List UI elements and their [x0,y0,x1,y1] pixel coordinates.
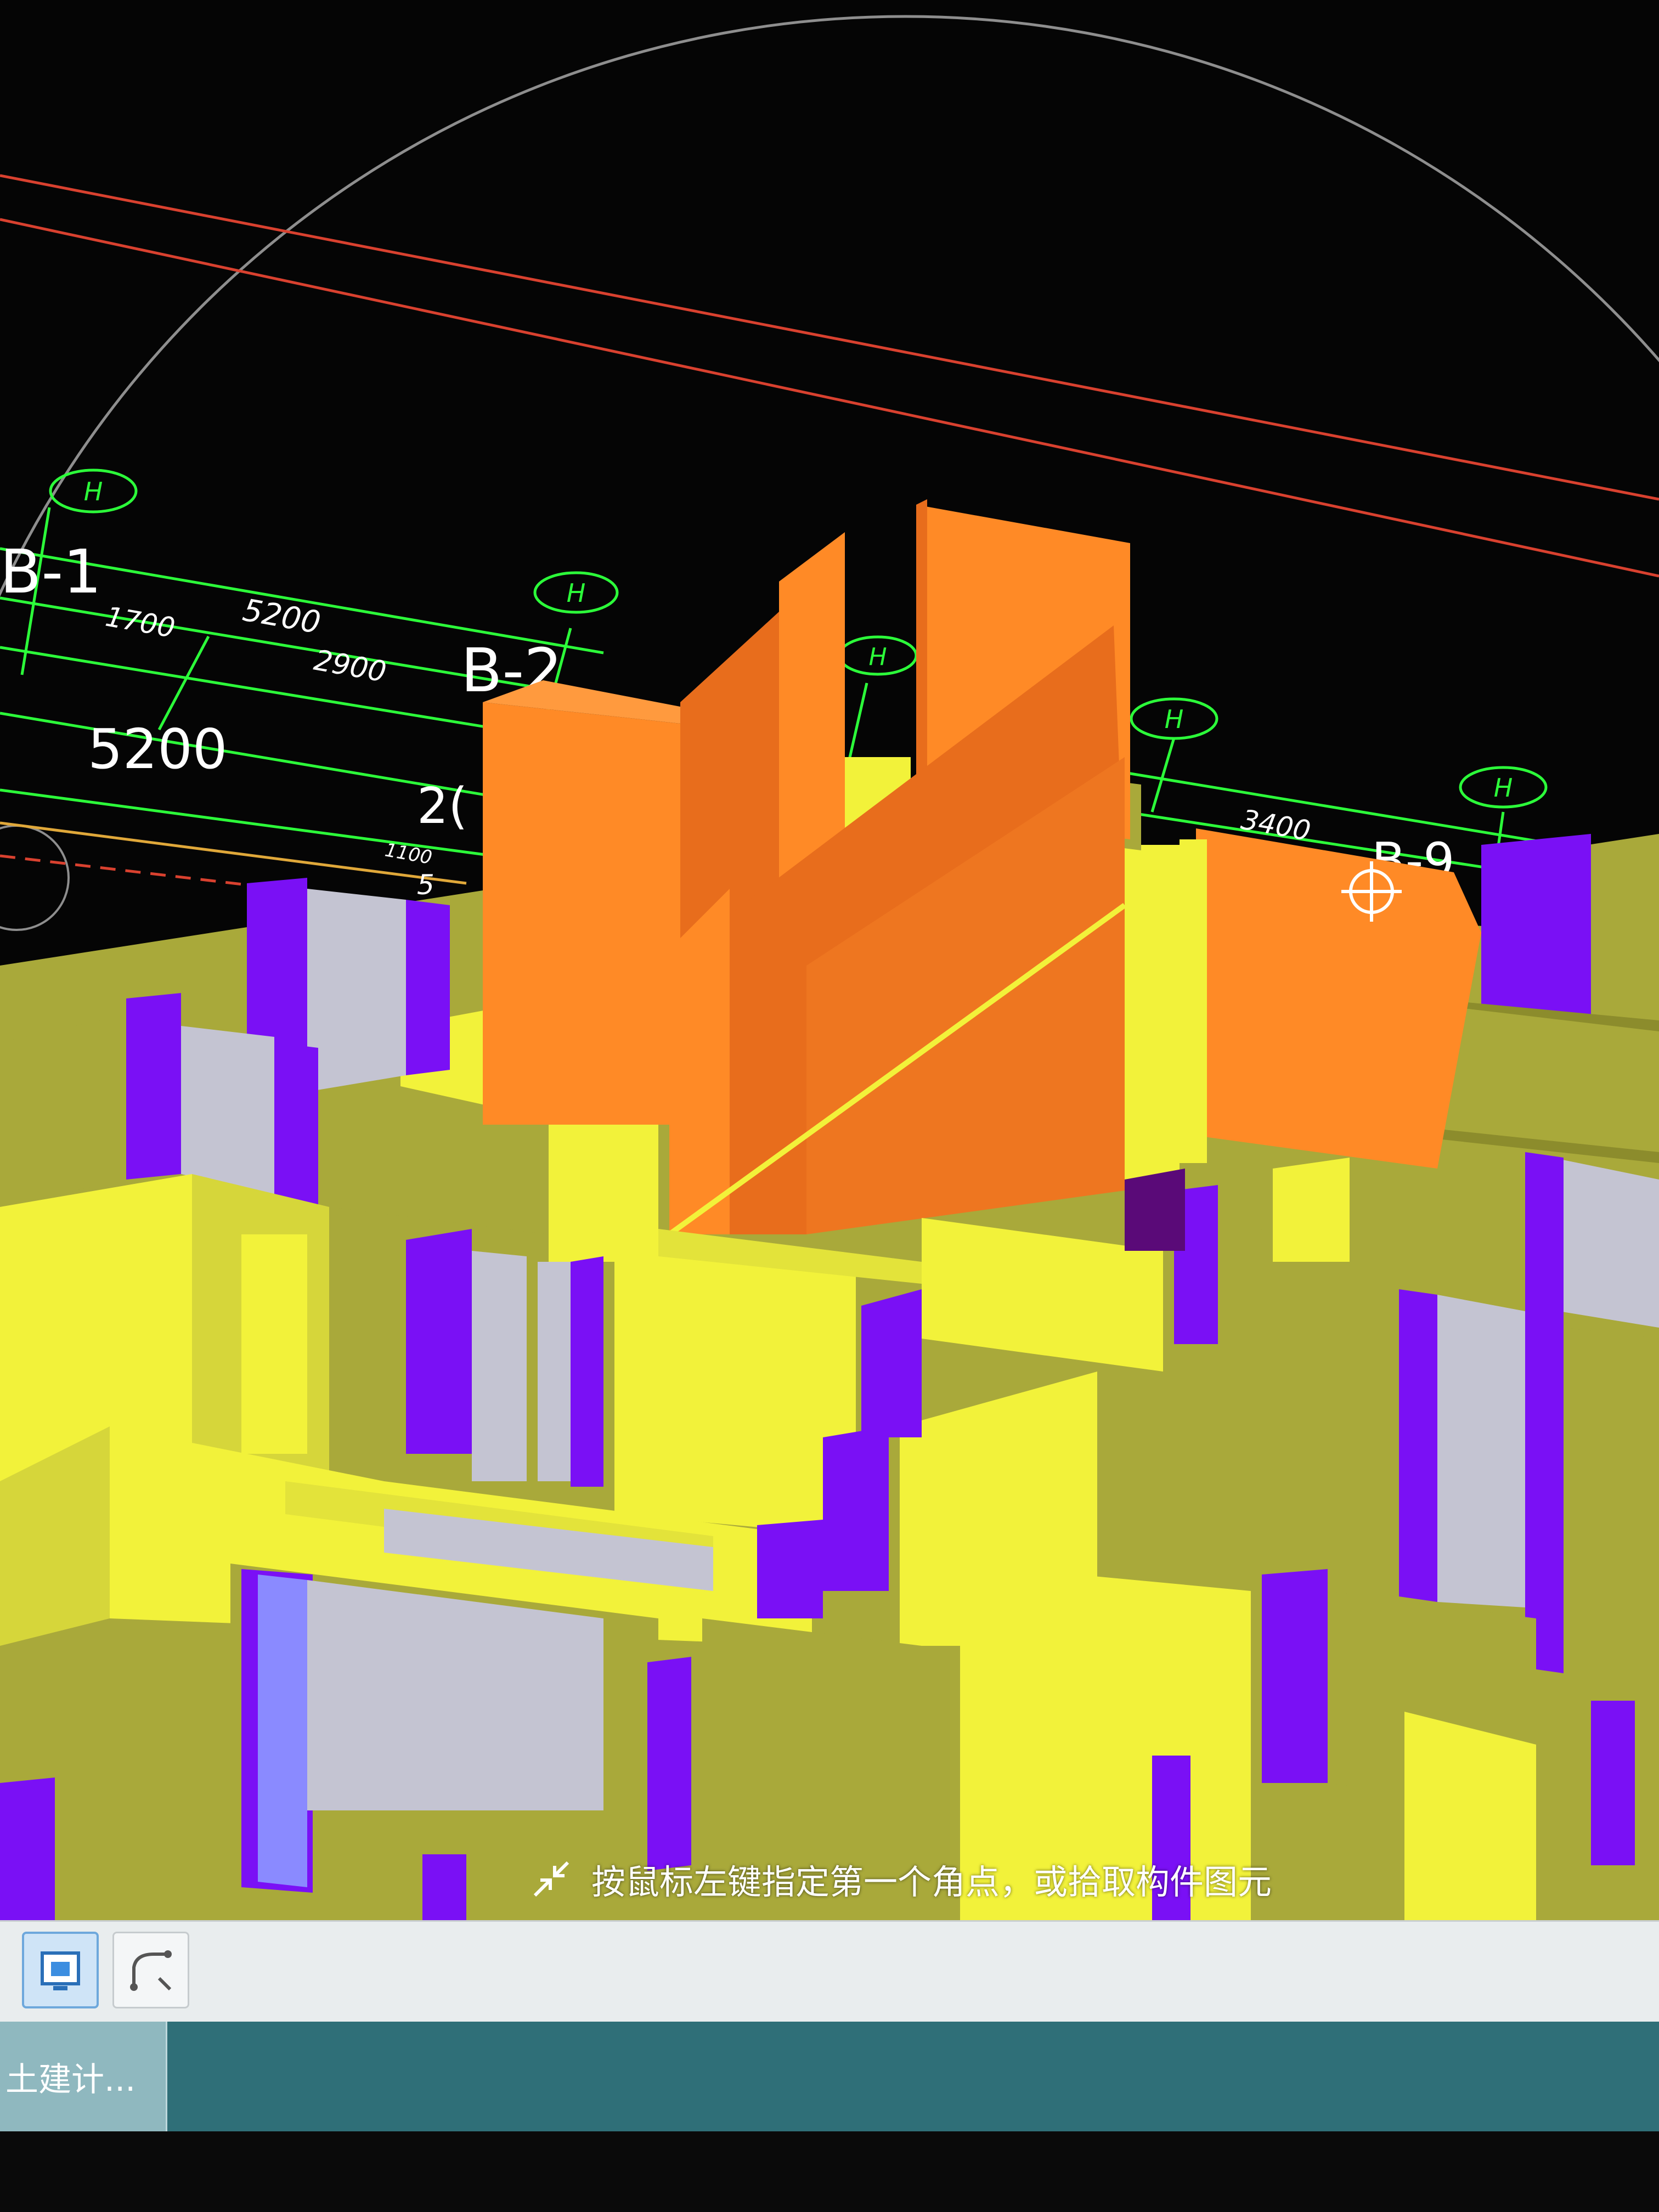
dimension-5200-big: 5200 [88,717,228,781]
monitor-bezel [0,2131,1659,2212]
command-prompt-text: 按鼠标左键指定第一个角点，或拾取构件图元 [591,1862,1272,1902]
dimension-5: 5 [417,869,435,901]
bottom-toolbar [0,1920,1659,2023]
model-scene[interactable]: H H H H H B-1 B-2 B-9 2( 5200 1700 2900 … [0,0,1659,1920]
command-prompt: 按鼠标左键指定第一个角点，或拾取构件图元 [527,1849,1459,1909]
axis-label-b1: B-1 [0,537,101,607]
orange-block-right [1180,828,1481,1169]
taskbar-app-label: 土建计... [5,2060,136,2099]
svg-text:H: H [84,477,103,506]
axis-label-partial: 2( [417,777,467,835]
cad-3d-viewport[interactable]: H H H H H B-1 B-2 B-9 2( 5200 1700 2900 … [0,0,1659,1920]
taskbar-app-item[interactable]: 土建计... [0,2022,167,2131]
svg-text:H: H [567,578,586,608]
taskbar: 土建计... [0,2022,1659,2131]
shrink-arrows-icon [527,1854,576,1904]
svg-text:H: H [1165,704,1184,734]
select-rect-tool-button[interactable] [22,1932,99,2008]
select-rect-icon [41,1951,80,1990]
svg-text:H: H [1494,773,1513,803]
polyline-icon [130,1950,172,1991]
svg-text:H: H [868,643,887,671]
polyline-tool-button[interactable] [112,1932,189,2008]
